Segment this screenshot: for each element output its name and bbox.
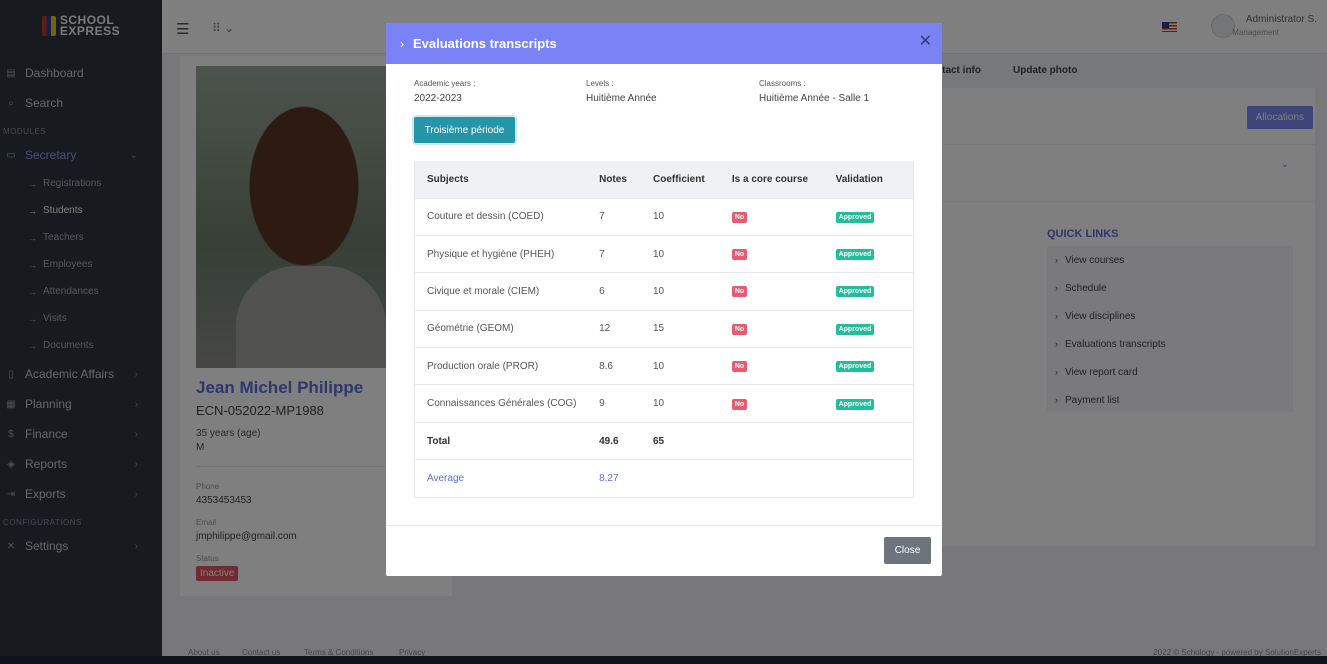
empty-cell — [835, 421, 914, 460]
cell-note: 12 — [599, 309, 653, 348]
cell-validation: Approved — [835, 234, 914, 273]
table-row: Civique et morale (CIEM) 6 10 No Approve… — [414, 272, 914, 311]
col-notes: Notes — [599, 161, 653, 198]
cell-validation: Approved — [835, 347, 914, 385]
cell-note: 6 — [599, 272, 653, 311]
cell-subject: Production orale (PROR) — [414, 347, 600, 385]
validation-badge: Approved — [835, 211, 875, 223]
total-label: Total — [414, 421, 600, 460]
empty-cell — [731, 421, 836, 460]
validation-badge: Approved — [835, 249, 875, 261]
cell-coef: 10 — [652, 272, 732, 311]
cell-coef: 15 — [652, 309, 732, 348]
cell-core: No — [731, 347, 836, 385]
average-value: 8.27 — [599, 459, 653, 498]
total-notes: 49.6 — [599, 421, 653, 460]
cell-subject: Physique et hygiène (PHEH) — [414, 234, 600, 273]
classrooms-info: Classrooms : Huitième Année - Salle 1 — [759, 79, 869, 104]
table-row: Connaissances Générales (COG) 9 10 No Ap… — [414, 384, 914, 423]
table-header-row: Subjects Notes Coefficient Is a core cou… — [414, 161, 914, 198]
validation-badge: Approved — [835, 398, 875, 410]
cell-validation: Approved — [835, 272, 914, 311]
col-coefficient: Coefficient — [652, 161, 732, 198]
total-coef: 65 — [652, 421, 732, 460]
core-badge: No — [731, 361, 748, 373]
period-button[interactable]: Troisième période — [414, 117, 515, 143]
table-row: Physique et hygiène (PHEH) 7 10 No Appro… — [414, 234, 914, 273]
evaluations-transcripts-modal: › Evaluations transcripts ✕ Academic yea… — [386, 23, 942, 576]
academic-years-label: Academic years : — [414, 79, 476, 88]
validation-badge: Approved — [835, 286, 875, 298]
cell-core: No — [731, 384, 836, 423]
validation-badge: Approved — [835, 361, 875, 373]
total-row: Total 49.6 65 — [414, 421, 914, 460]
col-subjects: Subjects — [414, 161, 600, 198]
cell-validation: Approved — [835, 384, 914, 423]
levels-label: Levels : — [586, 79, 614, 88]
academic-years-info: Academic years : 2022-2023 — [414, 79, 475, 104]
average-row: Average 8.27 — [414, 459, 914, 498]
cell-note: 8.6 — [599, 347, 653, 385]
modal-header: › Evaluations transcripts ✕ — [386, 23, 942, 64]
levels-info: Levels : Huitième Année — [586, 79, 657, 104]
classrooms-label: Classrooms : — [759, 79, 806, 88]
cell-note: 7 — [599, 234, 653, 273]
table-row: Géométrie (GEOM) 12 15 No Approved — [414, 309, 914, 348]
cell-note: 7 — [599, 197, 653, 236]
validation-badge: Approved — [835, 323, 875, 335]
academic-years-value: 2022-2023 — [414, 93, 462, 104]
cell-note: 9 — [599, 384, 653, 423]
empty-cell — [835, 459, 914, 498]
levels-value: Huitième Année — [586, 93, 657, 104]
cell-coef: 10 — [652, 384, 732, 423]
modal-title: Evaluations transcripts — [413, 36, 557, 51]
cell-coef: 10 — [652, 347, 732, 385]
empty-cell — [731, 459, 836, 498]
average-label: Average — [414, 459, 600, 498]
cell-subject: Couture et dessin (COED) — [414, 197, 600, 236]
cell-core: No — [731, 309, 836, 348]
cell-coef: 10 — [652, 234, 732, 273]
core-badge: No — [731, 211, 748, 223]
cell-subject: Connaissances Générales (COG) — [414, 384, 600, 423]
cell-core: No — [731, 197, 836, 236]
table-row: Production orale (PROR) 8.6 10 No Approv… — [414, 347, 914, 385]
chevron-right-icon: › — [400, 36, 404, 51]
empty-cell — [652, 459, 732, 498]
cell-subject: Civique et morale (CIEM) — [414, 272, 600, 311]
col-core-course: Is a core course — [731, 161, 836, 198]
close-icon[interactable]: ✕ — [919, 34, 932, 50]
core-badge: No — [731, 286, 748, 298]
cell-core: No — [731, 234, 836, 273]
classrooms-value: Huitième Année - Salle 1 — [759, 93, 870, 104]
modal-footer-divider — [386, 525, 942, 526]
cell-subject: Géométrie (GEOM) — [414, 309, 600, 348]
core-badge: No — [731, 398, 748, 410]
close-button[interactable]: Close — [884, 537, 931, 564]
cell-core: No — [731, 272, 836, 311]
table-row: Couture et dessin (COED) 7 10 No Approve… — [414, 197, 914, 236]
cell-validation: Approved — [835, 309, 914, 348]
col-validation: Validation — [835, 161, 914, 198]
transcripts-table: Subjects Notes Coefficient Is a core cou… — [414, 161, 914, 498]
cell-coef: 10 — [652, 197, 732, 236]
cell-validation: Approved — [835, 197, 914, 236]
core-badge: No — [731, 323, 748, 335]
core-badge: No — [731, 249, 748, 261]
